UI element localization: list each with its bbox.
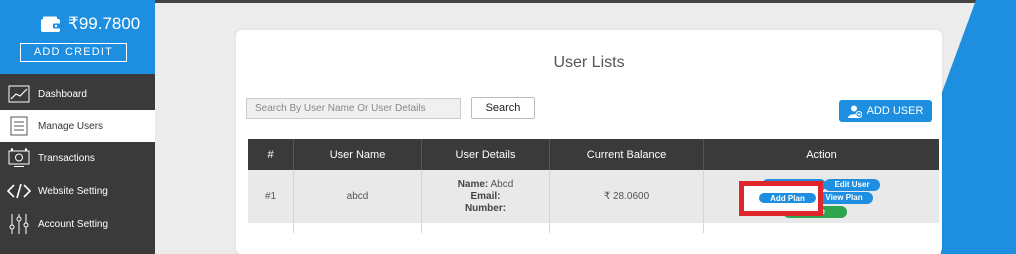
dashboard-chart-icon xyxy=(4,82,34,106)
sidebar-item-label: Manage Users xyxy=(38,120,104,132)
row-user-name: abcd xyxy=(294,170,422,223)
sidebar-item-label: Account Setting xyxy=(38,218,109,230)
search-button[interactable]: Search xyxy=(471,97,535,119)
table-row: #1 abcd Name: Abcd Email: Number: ₹ 28.0… xyxy=(248,170,939,223)
add-credit-button[interactable]: ADD CREDIT xyxy=(20,43,127,62)
hidden-action-button[interactable] xyxy=(762,179,826,191)
search-input[interactable] xyxy=(246,98,461,119)
empty-cell xyxy=(294,223,422,233)
row-user-details: Name: Abcd Email: Number: xyxy=(422,170,550,223)
sidebar-item-label: Website Setting xyxy=(38,185,108,197)
sidebar-item-label: Transactions xyxy=(38,152,95,164)
table-header: # User Name User Details Current Balance… xyxy=(248,139,939,170)
detail-number-label: Number: xyxy=(464,202,507,214)
top-border xyxy=(155,0,1016,3)
wallet-balance-line: ₹99.7800 xyxy=(40,14,140,34)
column-header-user-name: User Name xyxy=(294,139,422,170)
sidebar-item-dashboard[interactable]: Dashboard xyxy=(0,78,155,110)
detail-name-line: Name: Abcd xyxy=(457,178,514,190)
row-index: #1 xyxy=(248,170,294,223)
add-plan-button[interactable]: Add Plan xyxy=(758,192,817,204)
column-header-current-balance: Current Balance xyxy=(550,139,704,170)
sidebar-item-manage-users[interactable]: Manage Users xyxy=(0,110,155,142)
code-icon xyxy=(4,179,34,203)
row-actions: Edit User View Plan ve Add Plan xyxy=(704,170,939,223)
wallet-panel: ₹99.7800 ADD CREDIT xyxy=(0,0,155,74)
empty-cell xyxy=(248,223,294,233)
table-row-empty xyxy=(248,223,939,233)
page-title: User Lists xyxy=(553,54,625,71)
wallet-icon xyxy=(41,16,61,32)
detail-email-label: Email: xyxy=(470,190,501,202)
column-header-user-details: User Details xyxy=(422,139,550,170)
add-user-button[interactable]: ADD USER xyxy=(839,100,932,122)
sidebar-item-transactions[interactable]: Transactions xyxy=(0,142,155,174)
wallet-balance: ₹99.7800 xyxy=(68,14,141,33)
sidebar-item-account-setting[interactable]: Account Setting xyxy=(0,208,155,240)
column-header-index: # xyxy=(248,139,294,170)
user-list-card: User Lists Search ADD USER # User Name U… xyxy=(236,30,942,254)
add-user-icon xyxy=(847,105,862,118)
edit-user-button[interactable]: Edit User xyxy=(824,179,880,191)
view-plan-button[interactable]: View Plan xyxy=(815,192,873,204)
sidebar-item-website-setting[interactable]: Website Setting xyxy=(0,175,155,207)
transactions-icon xyxy=(4,146,34,170)
row-balance: ₹ 28.0600 xyxy=(550,170,704,223)
add-user-label: ADD USER xyxy=(866,105,924,117)
sliders-icon xyxy=(4,212,34,236)
sidebar-item-label: Dashboard xyxy=(38,88,87,100)
column-header-action: Action xyxy=(806,148,837,161)
sidebar: ₹99.7800 ADD CREDIT Dashboard Manage Use… xyxy=(0,0,155,254)
decorative-corner-shape xyxy=(941,0,1016,254)
active-status-button[interactable]: ve xyxy=(783,206,847,218)
empty-cell xyxy=(704,223,939,233)
users-list-icon xyxy=(4,114,34,138)
empty-cell xyxy=(550,223,704,233)
empty-cell xyxy=(422,223,550,233)
